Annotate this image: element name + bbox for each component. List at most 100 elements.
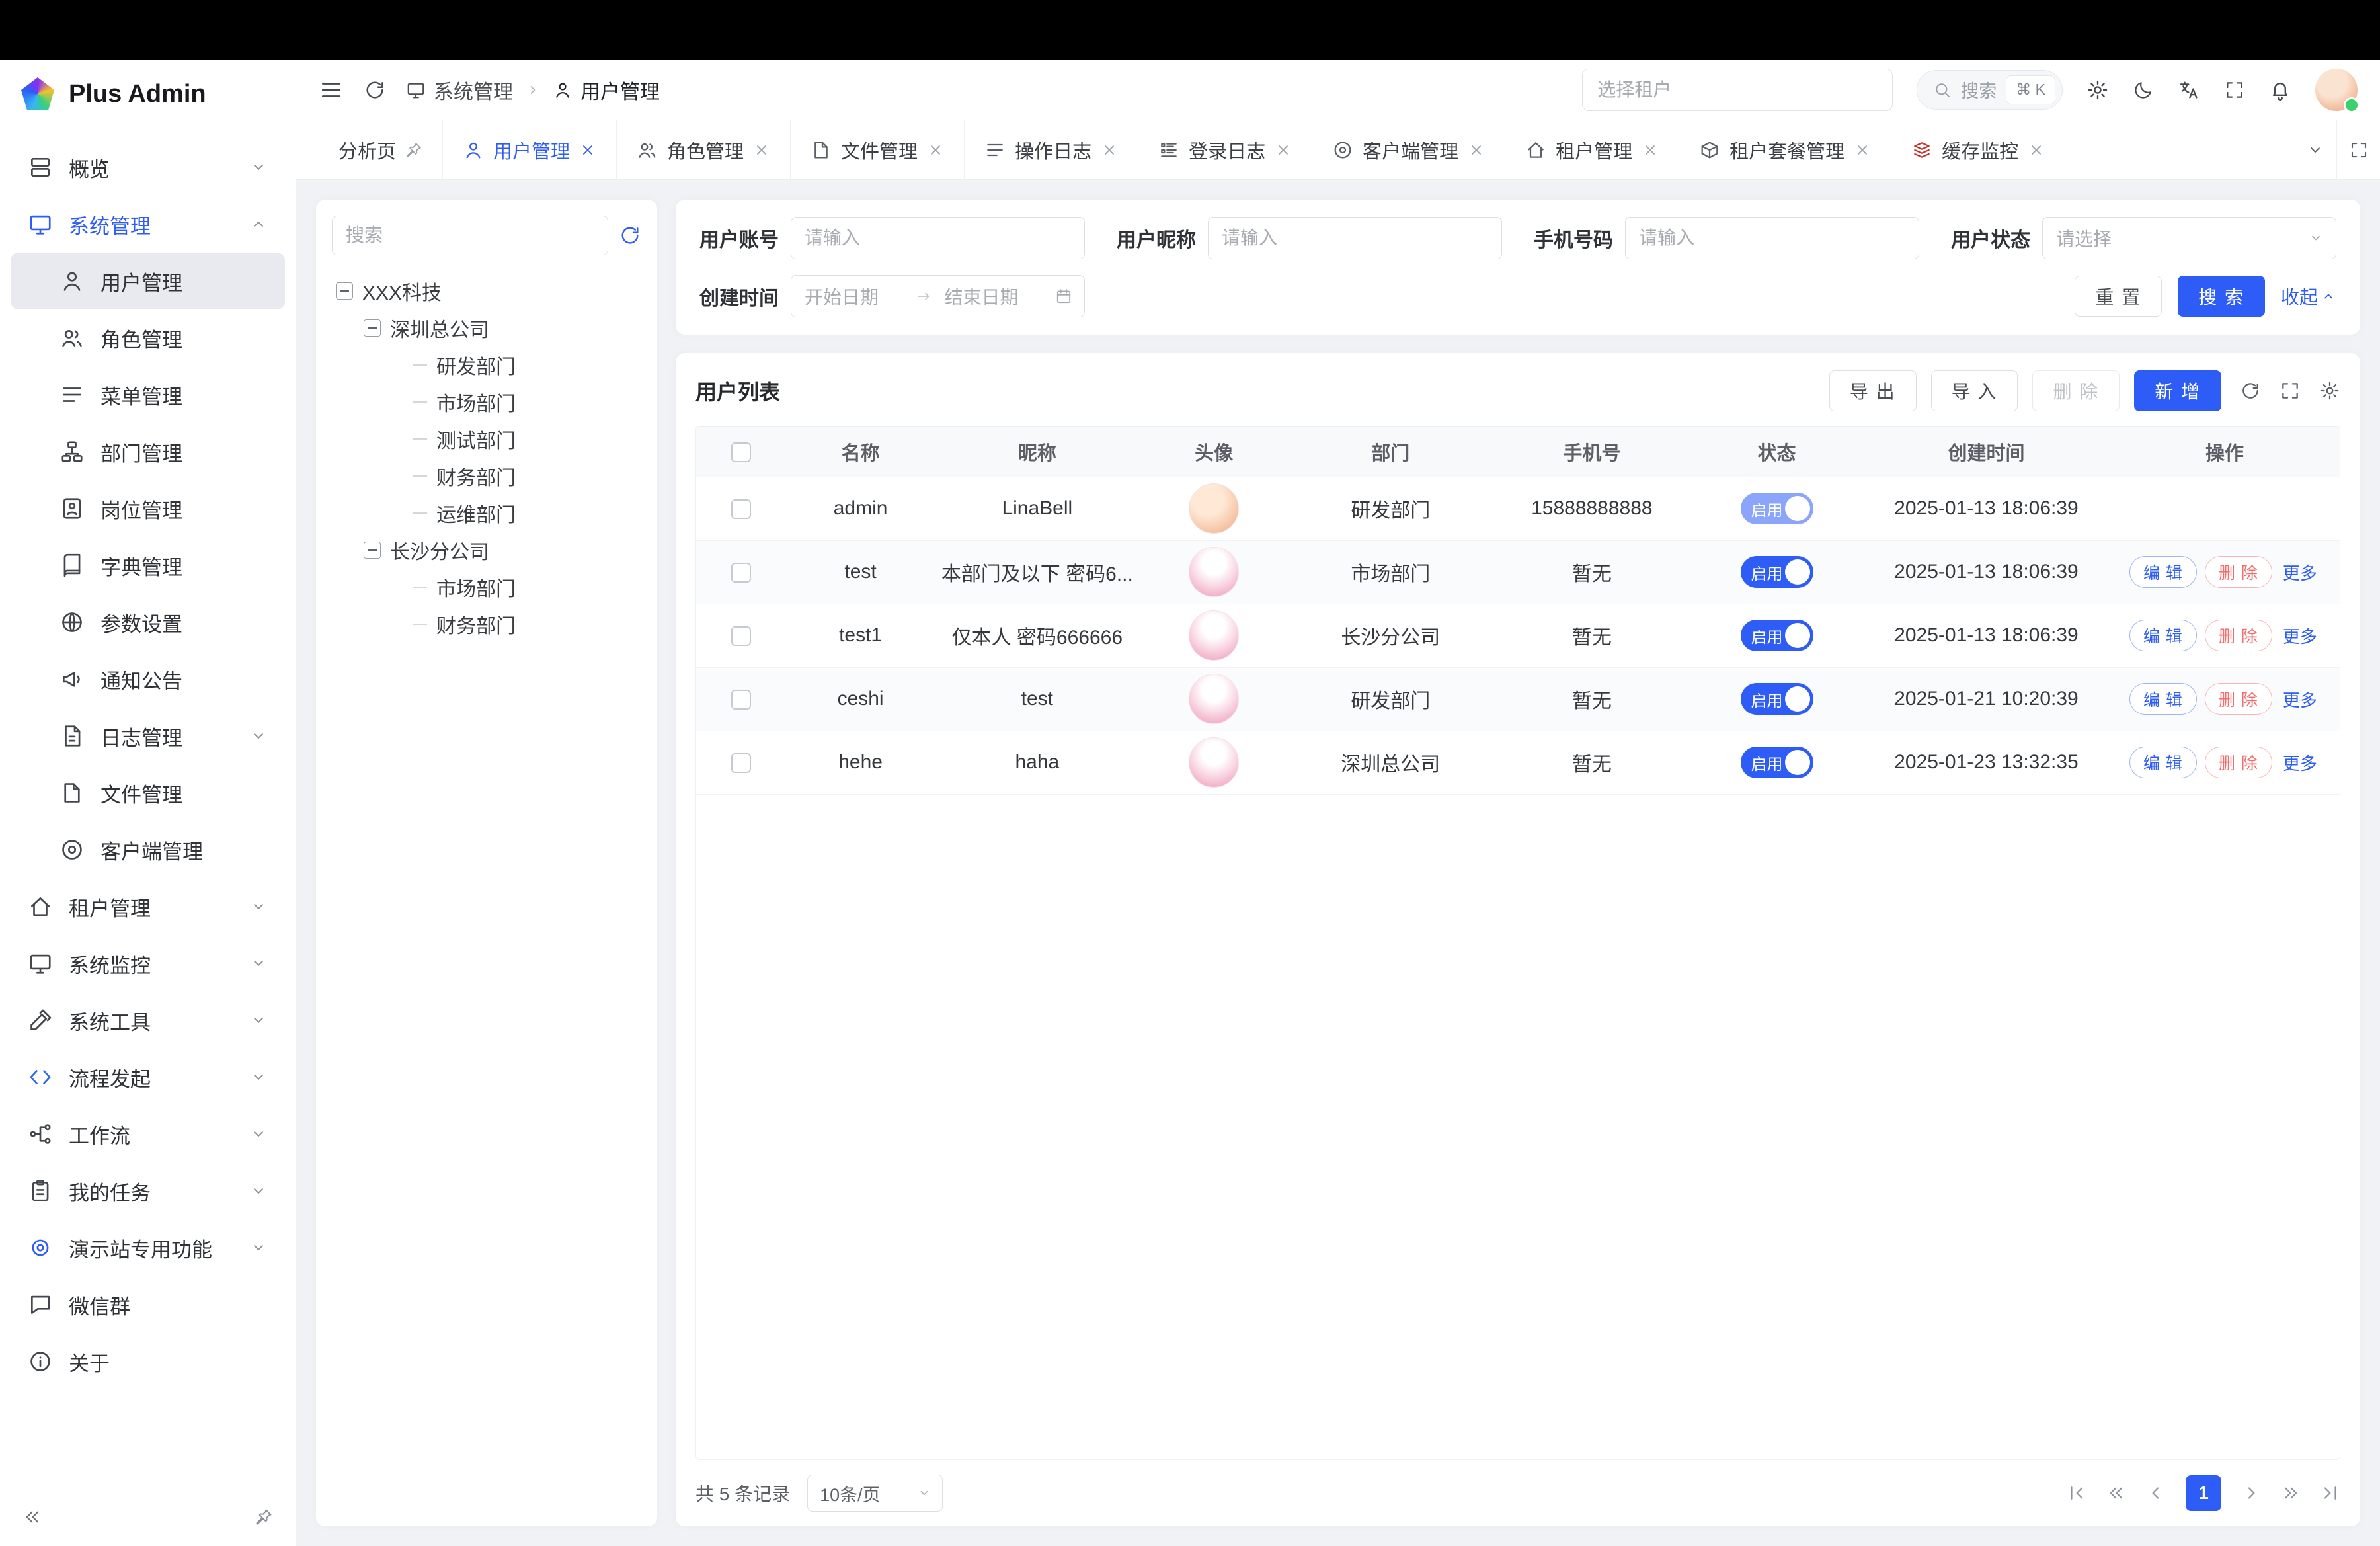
fullscreen-button[interactable]: [2224, 79, 2245, 101]
sidebar-item-param-settings[interactable]: 参数设置: [11, 594, 285, 651]
close-icon[interactable]: [579, 142, 596, 159]
delete-button[interactable]: 删 除: [2205, 747, 2272, 778]
status-select[interactable]: 请选择: [2042, 217, 2336, 259]
collapse-filters-link[interactable]: 收起: [2281, 283, 2336, 309]
row-checkbox[interactable]: [731, 563, 751, 583]
tree-node[interactable]: 测试部门: [332, 421, 641, 458]
tree-node[interactable]: XXX科技: [332, 272, 641, 309]
import-button[interactable]: 导 入: [1931, 370, 2018, 411]
tree-node[interactable]: 长沙分公司: [332, 532, 641, 569]
sidebar-item-file-management[interactable]: 文件管理: [11, 764, 285, 821]
status-toggle[interactable]: 启用: [1741, 556, 1813, 588]
language-button[interactable]: [2178, 79, 2200, 101]
sidebar-item-notice[interactable]: 通知公告: [11, 651, 285, 708]
tree-node[interactable]: 财务部门: [332, 606, 641, 643]
global-search[interactable]: 搜索 ⌘ K: [1917, 70, 2063, 110]
first-page-button[interactable]: [2067, 1483, 2086, 1503]
tab-tenant-package-management[interactable]: 租户套餐管理: [1679, 120, 1891, 179]
tabs-dropdown-button[interactable]: [2293, 120, 2336, 179]
sidebar-item-my-tasks[interactable]: 我的任务: [11, 1162, 285, 1219]
close-icon[interactable]: [1642, 142, 1659, 159]
row-avatar[interactable]: [1189, 483, 1239, 534]
tab-user-management[interactable]: 用户管理: [443, 120, 617, 179]
tree-node[interactable]: 财务部门: [332, 458, 641, 495]
sidebar-item-system-tools[interactable]: 系统工具: [11, 992, 285, 1049]
sidebar-toggle-button[interactable]: [319, 77, 344, 102]
row-avatar[interactable]: [1189, 737, 1239, 788]
more-button[interactable]: 更多: [2280, 687, 2320, 712]
prev-page-button[interactable]: [2146, 1483, 2166, 1503]
table-fullscreen-button[interactable]: [2280, 380, 2301, 401]
close-icon[interactable]: [1275, 142, 1292, 159]
edit-button[interactable]: 编 辑: [2129, 683, 2197, 715]
delete-button[interactable]: 删 除: [2205, 556, 2272, 588]
breadcrumb-item-system[interactable]: 系统管理: [406, 75, 513, 104]
tab-tenant-management[interactable]: 租户管理: [1505, 120, 1679, 179]
sidebar-item-workflow[interactable]: 工作流: [11, 1106, 285, 1162]
close-icon[interactable]: [1101, 142, 1118, 159]
sidebar-item-dict-management[interactable]: 字典管理: [11, 537, 285, 594]
tenant-select[interactable]: [1582, 69, 1893, 111]
select-all-checkbox[interactable]: [731, 442, 751, 462]
row-checkbox[interactable]: [731, 753, 751, 773]
account-input[interactable]: [791, 217, 1085, 259]
sidebar-item-menu-management[interactable]: 菜单管理: [11, 366, 285, 423]
delete-button[interactable]: 删 除: [2205, 683, 2272, 715]
page-size-select[interactable]: 10条/页: [807, 1475, 943, 1512]
close-icon[interactable]: [1854, 142, 1871, 159]
delete-button[interactable]: 删 除: [2205, 620, 2272, 651]
status-toggle[interactable]: 启用: [1741, 493, 1813, 524]
phone-input[interactable]: [1625, 217, 1919, 259]
tree-collapse-icon[interactable]: [364, 319, 381, 337]
notifications-button[interactable]: [2269, 79, 2291, 101]
row-checkbox[interactable]: [731, 499, 751, 519]
created-date-range[interactable]: 开始日期 结束日期: [791, 275, 1085, 317]
tree-search-input[interactable]: [332, 216, 608, 255]
row-avatar[interactable]: [1189, 547, 1239, 597]
export-button[interactable]: 导 出: [1829, 370, 1917, 411]
next-pages-button[interactable]: [2281, 1483, 2301, 1503]
sidebar-item-demo-features[interactable]: 演示站专用功能: [11, 1219, 285, 1276]
table-refresh-button[interactable]: [2240, 380, 2261, 401]
more-button[interactable]: 更多: [2280, 624, 2320, 648]
tree-refresh-button[interactable]: [619, 224, 641, 247]
tab-operation-log[interactable]: 操作日志: [965, 120, 1138, 179]
reset-button[interactable]: 重 置: [2075, 276, 2162, 317]
edit-button[interactable]: 编 辑: [2129, 620, 2197, 651]
refresh-page-button[interactable]: [364, 79, 386, 101]
next-page-button[interactable]: [2241, 1483, 2261, 1503]
sidebar-collapse-button[interactable]: [22, 1507, 42, 1529]
status-toggle[interactable]: 启用: [1741, 747, 1813, 778]
sidebar-item-tenant-management[interactable]: 租户管理: [11, 878, 285, 935]
sidebar-item-process-start[interactable]: 流程发起: [11, 1049, 285, 1106]
search-button[interactable]: 搜 索: [2178, 276, 2265, 317]
user-avatar[interactable]: [2315, 69, 2358, 111]
tree-node[interactable]: 研发部门: [332, 346, 641, 384]
sidebar-pin-button[interactable]: [255, 1508, 273, 1528]
table-settings-button[interactable]: [2319, 380, 2340, 401]
tree-node[interactable]: 市场部门: [332, 384, 641, 421]
tree-node[interactable]: 运维部门: [332, 495, 641, 532]
sidebar-item-post-management[interactable]: 岗位管理: [11, 480, 285, 537]
tree-node[interactable]: 市场部门: [332, 569, 641, 606]
tab-cache-monitor[interactable]: 缓存监控: [1891, 120, 2065, 179]
status-toggle[interactable]: 启用: [1741, 683, 1813, 715]
close-icon[interactable]: [927, 142, 944, 159]
status-toggle[interactable]: 启用: [1741, 620, 1813, 651]
last-page-button[interactable]: [2320, 1483, 2340, 1503]
tenant-select-input[interactable]: [1582, 69, 1893, 111]
sidebar-item-role-management[interactable]: 角色管理: [11, 309, 285, 366]
sidebar-item-user-management[interactable]: 用户管理: [11, 253, 285, 309]
tab-file-management[interactable]: 文件管理: [791, 120, 965, 179]
breadcrumb-item-user[interactable]: 用户管理: [553, 75, 660, 104]
tab-login-log[interactable]: 登录日志: [1138, 120, 1312, 179]
close-icon[interactable]: [2028, 142, 2045, 159]
tab-analysis-page[interactable]: 分析页: [319, 120, 443, 179]
close-icon[interactable]: [753, 142, 770, 159]
tab-role-management[interactable]: 角色管理: [617, 120, 791, 179]
dark-mode-button[interactable]: [2133, 79, 2154, 101]
sidebar-item-system-management[interactable]: 系统管理: [11, 196, 285, 253]
close-icon[interactable]: [1468, 142, 1485, 159]
sidebar-item-system-monitor[interactable]: 系统监控: [11, 935, 285, 992]
sidebar-item-client-management[interactable]: 客户端管理: [11, 821, 285, 878]
